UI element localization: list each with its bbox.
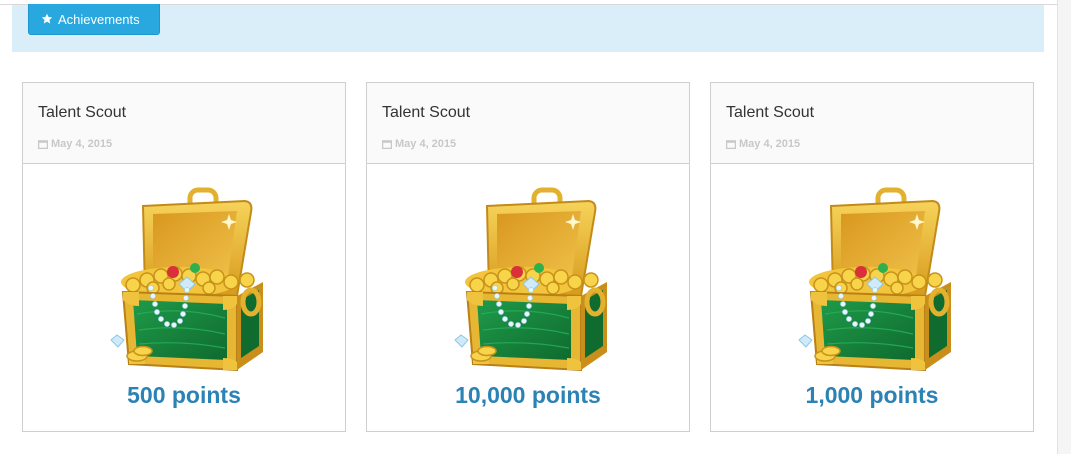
card-header: Talent Scout May 4, 2015: [23, 83, 345, 164]
card-title: Talent Scout: [382, 104, 471, 121]
achievement-card[interactable]: Talent Scout May 4, 2015 1,000 points: [710, 82, 1034, 432]
card-date: May 4, 2015: [726, 138, 800, 150]
achievement-card[interactable]: Talent Scout May 4, 2015 500 points: [22, 82, 346, 432]
card-title: Talent Scout: [38, 104, 127, 121]
card-date-text: May 4, 2015: [51, 138, 113, 150]
calendar-icon: [382, 140, 392, 149]
points-label: 500 points: [127, 382, 241, 408]
card-header: Talent Scout May 4, 2015: [711, 83, 1033, 164]
points-label: 1,000 points: [805, 382, 939, 408]
treasure-chest-image: [775, 184, 959, 380]
header-banner: [12, 5, 1044, 52]
treasure-chest-image: [87, 184, 271, 380]
page-scrollbar[interactable]: [1057, 0, 1071, 454]
calendar-icon: [38, 140, 48, 149]
star-icon: [41, 13, 53, 24]
calendar-icon: [726, 140, 736, 149]
card-date: May 4, 2015: [38, 138, 112, 150]
achievements-button[interactable]: Achievements: [28, 4, 160, 35]
card-title: Talent Scout: [726, 104, 815, 121]
card-date: May 4, 2015: [382, 138, 456, 150]
card-header: Talent Scout May 4, 2015: [367, 83, 689, 164]
achievements-button-label: Achievements: [58, 11, 140, 27]
card-date-text: May 4, 2015: [395, 138, 457, 150]
card-date-text: May 4, 2015: [739, 138, 801, 150]
points-label: 10,000 points: [455, 382, 601, 408]
treasure-chest-image: [431, 184, 615, 380]
achievement-card[interactable]: Talent Scout May 4, 2015 10,000 points: [366, 82, 690, 432]
